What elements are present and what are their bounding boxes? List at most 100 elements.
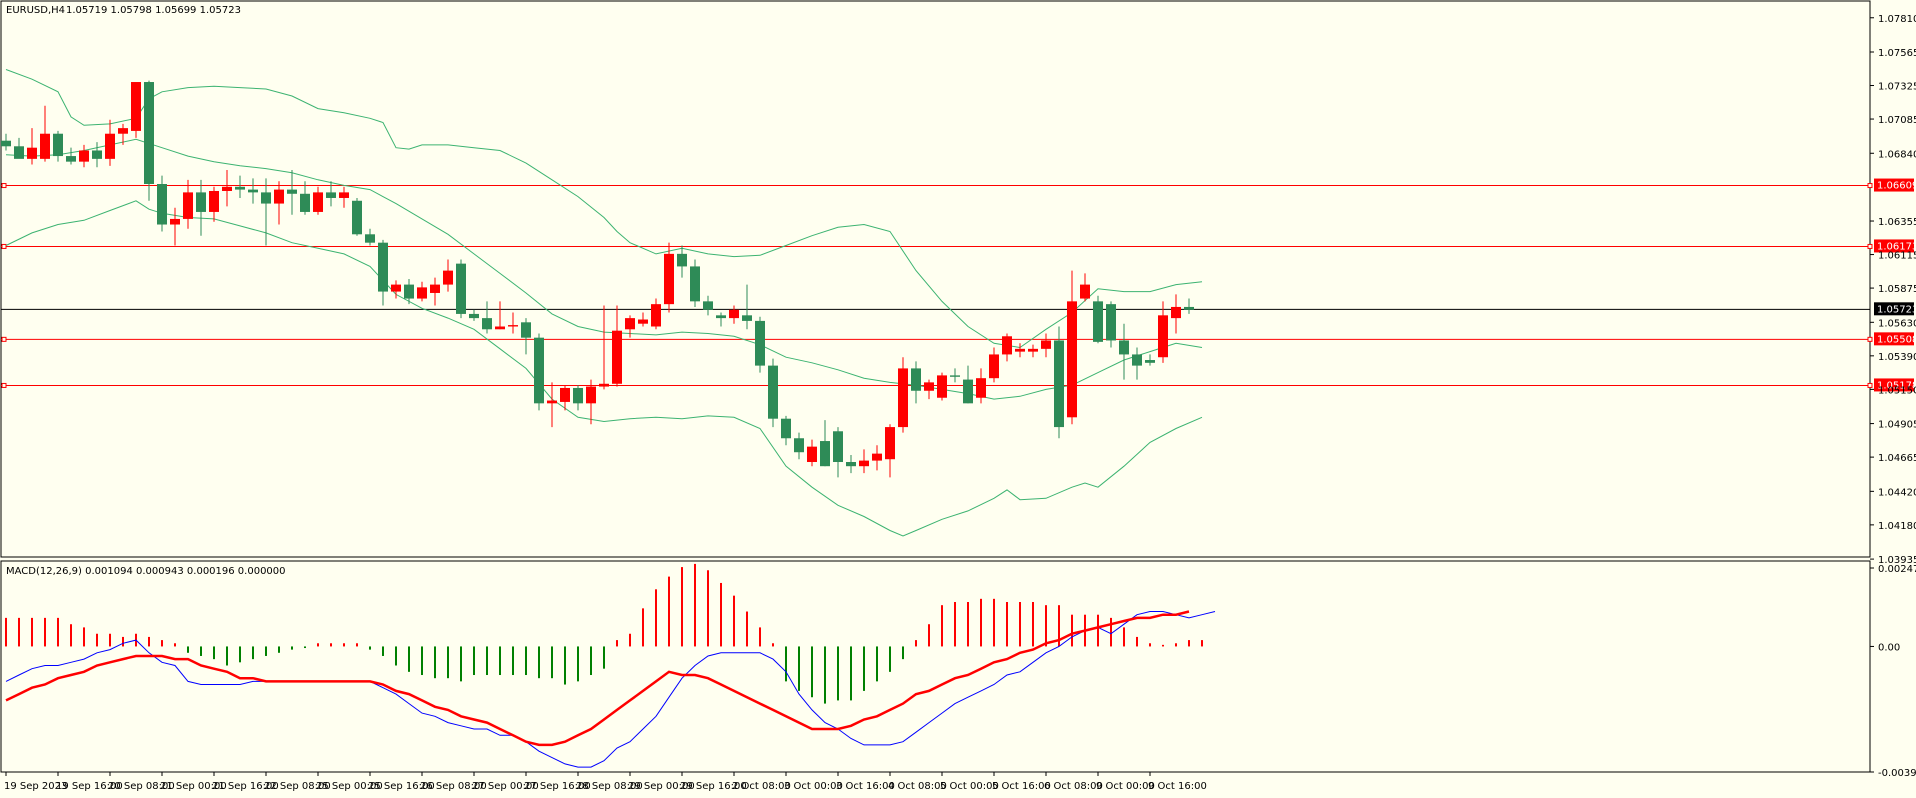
candle-body (742, 315, 752, 321)
candle-body (144, 82, 154, 185)
candle-body (339, 192, 349, 198)
candle-body (820, 441, 830, 467)
candle-body (222, 186, 232, 191)
line-anchor-icon (1867, 183, 1873, 189)
time-tick-label: 9 Oct 16:00 (1148, 781, 1207, 792)
line-anchor-icon (1, 336, 7, 342)
candle-body (248, 189, 258, 193)
candle-body (209, 190, 219, 212)
macd-tick-label: -0.003955 (1878, 768, 1916, 779)
candle-body (53, 133, 63, 157)
candle-body (469, 313, 479, 319)
candle-body (1002, 336, 1012, 355)
price-tick-label: 1.04905 (1878, 420, 1916, 431)
price-tag-label: 1.06609 (1877, 181, 1916, 192)
candle-body (482, 318, 492, 330)
candle-body (638, 319, 648, 324)
candle-body (170, 218, 180, 225)
price-tick-label: 1.07325 (1878, 82, 1916, 93)
candle-body (586, 386, 596, 404)
candle-body (287, 189, 297, 194)
candle-body (989, 354, 999, 379)
candle-body (755, 320, 765, 366)
time-tick-label: 3 Oct 16:00 (836, 781, 895, 792)
candle-body (1041, 340, 1051, 349)
time-tick-label: 4 Oct 08:00 (888, 781, 947, 792)
price-tick-label: 1.06115 (1878, 251, 1916, 262)
candle-body (508, 325, 518, 327)
candle-body (1158, 315, 1168, 358)
macd-tick-label: 0.00 (1878, 642, 1900, 653)
candle-body (898, 368, 908, 428)
candle-body (924, 382, 934, 391)
candle-body (911, 368, 921, 391)
candle-body (1080, 284, 1090, 299)
price-tick-label: 1.05875 (1878, 284, 1916, 295)
candle-body (781, 418, 791, 439)
price-tick-label: 1.07565 (1878, 48, 1916, 59)
candle-body (1015, 348, 1025, 352)
time-tick-label: 2 Oct 08:00 (732, 781, 791, 792)
candle-body (261, 192, 271, 204)
candle-body (885, 427, 895, 460)
line-anchor-icon (1867, 336, 1873, 342)
candle-body (391, 284, 401, 292)
candle-body (716, 315, 726, 319)
candle-body (1184, 306, 1194, 310)
candle-body (872, 453, 882, 461)
time-tick-label: 5 Oct 00:00 (940, 781, 999, 792)
candle-body (625, 318, 635, 330)
macd-label: MACD(12,26,9) 0.001094 0.000943 0.000196… (6, 566, 286, 577)
price-tick-label: 1.04180 (1878, 521, 1916, 532)
candle-body (612, 330, 622, 384)
candle-body (443, 270, 453, 285)
candle-body (560, 387, 570, 402)
price-tick-label: 1.04420 (1878, 487, 1916, 498)
candle-body (105, 133, 115, 159)
candle-body (300, 193, 310, 212)
candle-body (794, 438, 804, 453)
time-tick-label: 9 Oct 00:00 (1096, 781, 1155, 792)
candle-body (66, 156, 76, 162)
price-tick-label: 1.05630 (1878, 318, 1916, 329)
candle-body (690, 266, 700, 302)
candle-body (599, 383, 609, 387)
candle-body (1054, 340, 1064, 428)
candle-body (664, 253, 674, 305)
candle-body (378, 242, 388, 292)
line-anchor-icon (1, 243, 7, 249)
candle-body (365, 234, 375, 243)
line-anchor-icon (1, 382, 7, 388)
candle-body (677, 253, 687, 267)
candle-body (963, 379, 973, 404)
candle-body (131, 82, 141, 131)
candle-body (859, 460, 869, 467)
candle-body (456, 263, 466, 314)
candle-body (183, 192, 193, 219)
candle-body (157, 184, 167, 225)
price-tick-label: 1.06840 (1878, 149, 1916, 160)
candle-body (417, 287, 427, 299)
candle-body (79, 150, 89, 162)
candle-body (495, 326, 505, 330)
price-tick-label: 1.05150 (1878, 385, 1916, 396)
candle-body (14, 146, 24, 159)
candle-body (27, 147, 37, 159)
candle-body (846, 462, 856, 467)
price-tag-label: 1.05508 (1877, 334, 1916, 345)
macd-tick-label: 0.002471 (1878, 564, 1916, 575)
candle-body (326, 192, 336, 198)
candle-body (729, 309, 739, 319)
price-tick-label: 1.07810 (1878, 14, 1916, 25)
candle-body (313, 192, 323, 212)
candle-body (937, 375, 947, 398)
ohlc-label: 1.05719 1.05798 1.05699 1.05723 (66, 5, 241, 16)
candle-body (547, 400, 557, 404)
line-anchor-icon (1867, 243, 1873, 249)
candle-body (1132, 354, 1142, 366)
candle-body (573, 387, 583, 404)
candle-body (118, 128, 128, 134)
candle-body (1028, 348, 1038, 352)
line-anchor-icon (1867, 382, 1873, 388)
price-tick-label: 1.05390 (1878, 352, 1916, 363)
